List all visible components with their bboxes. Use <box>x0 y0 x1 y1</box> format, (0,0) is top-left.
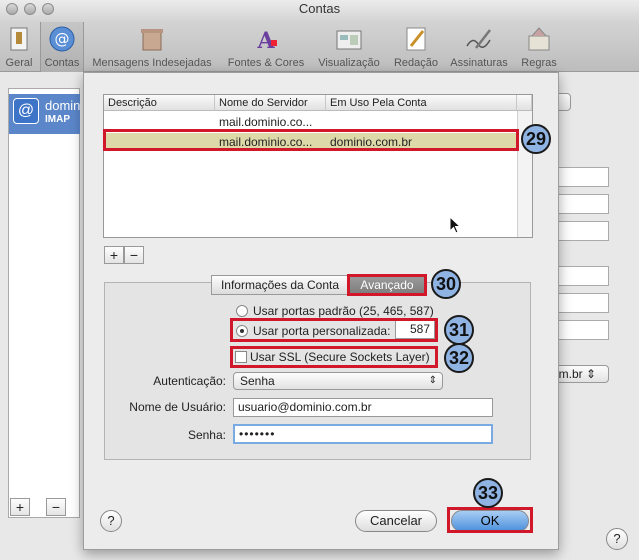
minimize-window-icon[interactable] <box>24 3 36 15</box>
default-ports-radio[interactable] <box>236 305 248 317</box>
compose-pencil-icon <box>406 27 426 51</box>
toolbar-label: Redação <box>393 57 439 69</box>
password-label: Senha: <box>187 428 226 442</box>
svg-text:@: @ <box>55 30 70 48</box>
default-ports-label: Usar portas padrão (25, 465, 587) <box>253 304 434 318</box>
column-header-conta[interactable]: Em Uso Pela Conta <box>326 95 517 111</box>
add-account-button[interactable]: + <box>10 498 30 516</box>
sheet-help-button[interactable]: ? <box>100 510 122 532</box>
account-type: IMAP <box>45 114 70 125</box>
toolbar-item-redacao[interactable]: Redação <box>390 22 442 72</box>
add-server-button[interactable]: + <box>104 246 124 264</box>
toolbar-label: Fontes & Cores <box>227 57 305 69</box>
remove-account-button[interactable]: − <box>46 498 66 516</box>
highlight-box-30 <box>347 274 427 296</box>
toolbar-label: Visualização <box>318 57 380 69</box>
highlight-box-33 <box>447 507 533 533</box>
cancel-button[interactable]: Cancelar <box>355 510 437 532</box>
toolbar-label: Geral <box>5 57 33 69</box>
toolbar-item-visualizacao[interactable]: Visualização <box>314 22 384 72</box>
mouse-pointer-icon <box>449 216 461 234</box>
at-sign-icon: @ <box>49 26 75 52</box>
account-name: domin <box>45 98 81 113</box>
toolbar-label: Mensagens Indesejadas <box>92 57 212 69</box>
step-marker-32: 32 <box>444 343 474 373</box>
preferences-toolbar: Geral @ Contas Mensagens Indesejadas A F… <box>0 22 639 72</box>
step-marker-33: 33 <box>473 478 503 508</box>
toolbar-label: Contas <box>44 57 80 69</box>
column-header-scroll <box>517 95 532 111</box>
step-marker-31: 31 <box>444 315 474 345</box>
username-label: Nome de Usuário: <box>129 400 226 414</box>
username-input[interactable]: usuario@dominio.com.br <box>233 398 493 417</box>
tab-informacoes-da-conta[interactable]: Informações da Conta <box>211 275 349 295</box>
highlight-box-32 <box>230 346 438 368</box>
viewing-window-icon <box>336 30 362 50</box>
column-header-descricao[interactable]: Descrição <box>104 95 215 111</box>
toolbar-item-regras[interactable]: Regras <box>516 22 562 72</box>
trash-junk-icon <box>141 29 163 51</box>
font-color-icon: A <box>256 28 277 52</box>
popup-arrows-icon: ⇕ <box>428 375 437 386</box>
step-marker-29: 29 <box>521 124 551 154</box>
auth-label: Autenticação: <box>153 374 226 388</box>
toolbar-item-contas[interactable]: @ Contas <box>40 22 84 72</box>
step-marker-30: 30 <box>431 269 461 299</box>
window-title: Contas <box>298 1 341 16</box>
toolbar-item-assinaturas[interactable]: Assinaturas <box>446 22 512 72</box>
close-window-icon[interactable] <box>6 3 18 15</box>
toolbar-item-fontes-cores[interactable]: A Fontes & Cores <box>224 22 308 72</box>
popup-arrows-icon: ⇕ <box>586 367 597 381</box>
toolbar-item-geral[interactable]: Geral <box>0 22 38 72</box>
highlight-box-31 <box>230 318 438 342</box>
toolbar-item-mensagens-indesejadas[interactable]: Mensagens Indesejadas <box>88 22 216 72</box>
signature-pen-icon <box>466 29 491 49</box>
rules-icon <box>528 27 550 51</box>
toolbar-label: Assinaturas <box>450 57 508 69</box>
accounts-list <box>8 88 80 518</box>
auth-value: Senha <box>240 374 275 388</box>
at-sign-icon: @ <box>13 98 39 124</box>
toolbar-label: Regras <box>521 57 557 69</box>
help-button[interactable]: ? <box>606 528 628 550</box>
account-list-item[interactable]: @ domin IMAP <box>9 94 80 134</box>
password-input[interactable]: ••••••• <box>233 424 493 444</box>
window-title-bar: Contas <box>0 0 639 22</box>
zoom-window-icon[interactable] <box>42 3 54 15</box>
auth-popup[interactable]: Senha ⇕ <box>233 372 443 390</box>
switch-icon <box>10 27 28 51</box>
remove-server-button[interactable]: − <box>124 246 144 264</box>
smtp-server-table: Descrição Nome do Servidor Em Uso Pela C… <box>103 94 533 238</box>
column-header-servidor[interactable]: Nome do Servidor <box>215 95 326 111</box>
highlight-box-29 <box>103 129 519 151</box>
